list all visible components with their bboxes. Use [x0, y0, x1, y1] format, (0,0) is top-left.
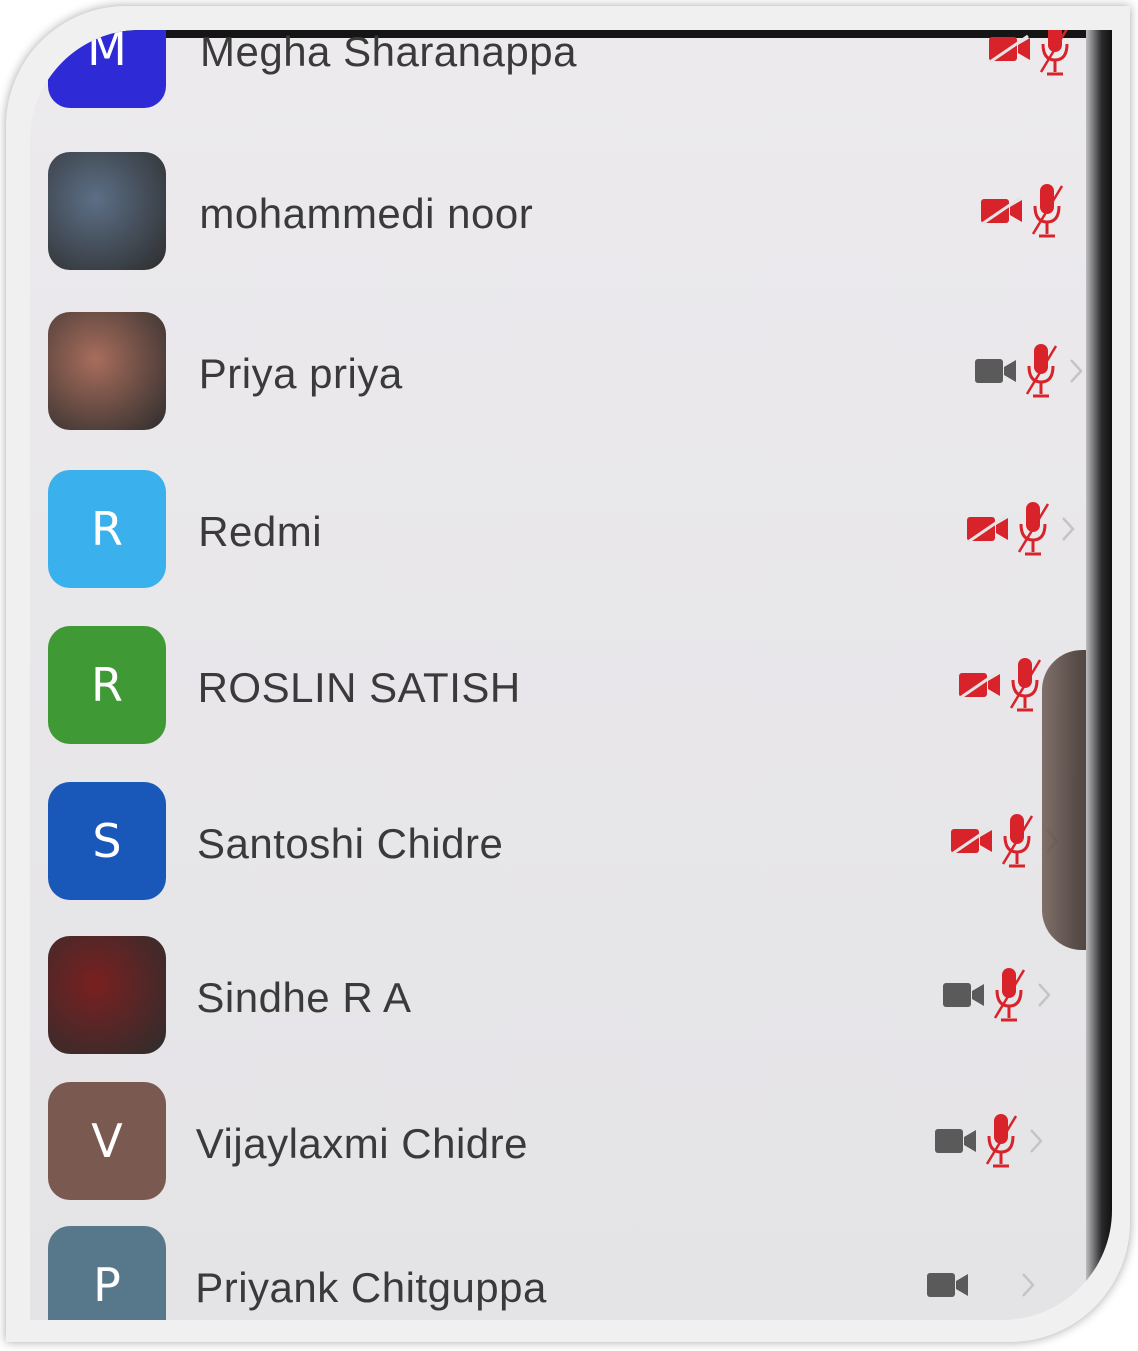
microphone-placeholder — [976, 1256, 1010, 1314]
avatar: S — [48, 782, 166, 900]
video-camera-icon — [942, 980, 986, 1010]
right-edge — [1086, 30, 1112, 1320]
avatar: R — [48, 626, 166, 744]
participant-row[interactable]: V Vijaylaxmi Chidre — [30, 1082, 1082, 1202]
status-icons — [934, 1112, 1044, 1170]
microphone-muted-icon — [1008, 656, 1042, 714]
participant-name: Vijaylaxmi Chidre — [195, 1120, 528, 1167]
video-off-icon — [958, 670, 1002, 700]
microphone-muted-icon — [1038, 30, 1072, 78]
chevron-right-icon[interactable] — [1036, 981, 1052, 1009]
status-icons — [988, 30, 1072, 78]
chevron-right-icon[interactable] — [1068, 357, 1084, 385]
avatar — [48, 312, 166, 430]
participants-screen: M Megha Sharanappa mohammedi noor Priya pri… — [30, 30, 1112, 1320]
video-off-icon — [988, 34, 1032, 64]
participant-row[interactable]: mohammedi noor — [30, 152, 1082, 272]
chevron-right-icon[interactable] — [1028, 1127, 1044, 1155]
participant-name: Redmi — [198, 508, 323, 555]
avatar: M — [48, 30, 166, 108]
video-off-icon — [950, 826, 994, 856]
participant-name: mohammedi noor — [199, 190, 534, 237]
microphone-muted-icon — [1030, 182, 1064, 240]
microphone-muted-icon — [992, 966, 1026, 1024]
participant-row[interactable]: M Megha Sharanappa — [30, 30, 1082, 110]
microphone-muted-icon — [984, 1112, 1018, 1170]
participant-name: Sindhe R A — [196, 974, 412, 1021]
participant-row[interactable]: Priya priya — [30, 312, 1084, 432]
participant-name: Priya priya — [198, 350, 403, 397]
video-camera-icon — [926, 1270, 970, 1300]
status-icons — [980, 182, 1064, 240]
chevron-right-icon[interactable] — [1020, 1271, 1036, 1299]
microphone-muted-icon — [1016, 500, 1050, 558]
video-camera-icon — [974, 356, 1018, 386]
participant-name: Megha Sharanappa — [200, 30, 577, 75]
video-camera-icon — [934, 1126, 978, 1156]
microphone-muted-icon — [1000, 812, 1034, 870]
video-off-icon — [966, 514, 1010, 544]
participant-row[interactable]: Sindhe R A — [30, 936, 1082, 1056]
participant-row[interactable]: R ROSLIN SATISH — [30, 626, 1082, 746]
chevron-right-icon[interactable] — [1060, 515, 1076, 543]
video-off-icon — [980, 196, 1024, 226]
participant-row[interactable]: S Santoshi Chidre — [30, 782, 1082, 902]
screenshot-frame: M Megha Sharanappa mohammedi noor Priya pri… — [6, 6, 1130, 1342]
participant-name: Santoshi Chidre — [197, 820, 504, 867]
microphone-muted-icon — [1024, 342, 1058, 400]
avatar — [48, 152, 166, 270]
avatar: P — [48, 1226, 166, 1320]
status-icons — [942, 966, 1052, 1024]
status-icons — [966, 500, 1076, 558]
avatar: R — [48, 470, 166, 588]
participant-row[interactable]: R Redmi — [30, 470, 1082, 590]
participant-name: ROSLIN SATISH — [197, 664, 521, 711]
avatar: V — [48, 1082, 166, 1200]
participant-row[interactable]: P Priyank Chitguppa — [30, 1226, 1082, 1320]
participant-name: Priyank Chitguppa — [195, 1264, 547, 1311]
avatar — [48, 936, 166, 1054]
status-icons — [974, 342, 1084, 400]
status-icons — [926, 1256, 1036, 1314]
status-icons — [958, 656, 1042, 714]
